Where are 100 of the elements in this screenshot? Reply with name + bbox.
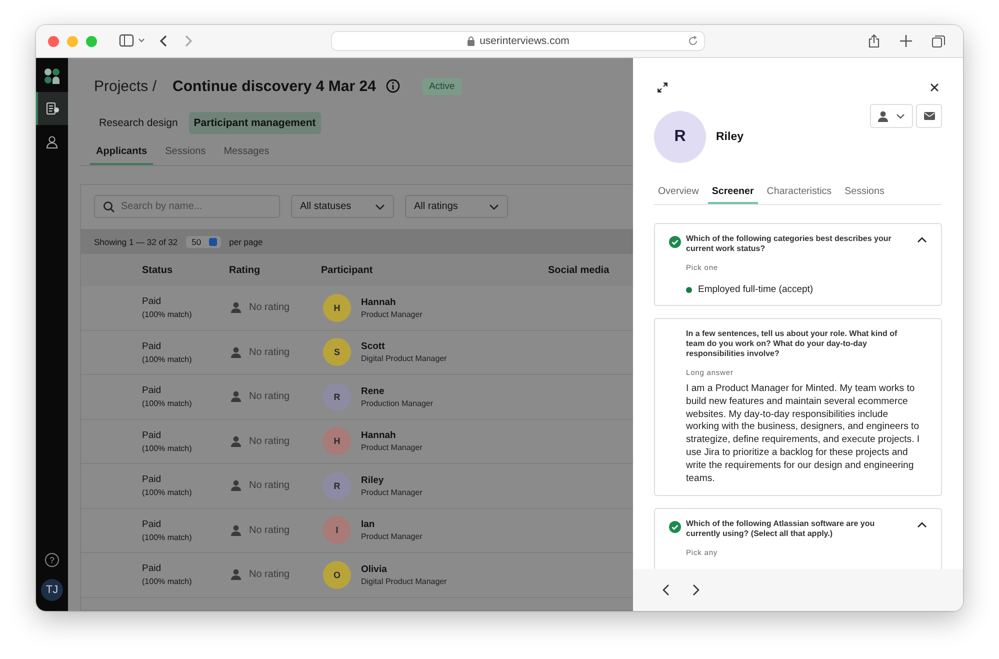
status-text: Paid [142,518,162,530]
check-circle-icon [669,521,681,534]
status-text: Paid [142,340,162,352]
panel-tab[interactable]: Characteristics [762,182,836,204]
rating-text: No rating [249,480,290,492]
participant-avatar: H [323,294,351,322]
check-circle-icon [669,236,681,248]
message-button[interactable] [916,104,942,128]
status-text: Paid [142,563,162,574]
panel-tab[interactable]: Sessions [840,182,888,204]
user-avatar[interactable]: TJ [41,579,63,601]
person-icon [231,346,241,358]
rating-text: No rating [249,524,290,536]
status-text: Paid [142,474,162,486]
status-badge: Active [422,78,462,94]
participant-avatar: H [323,427,351,456]
rating-text: No rating [249,302,290,314]
section-tab[interactable]: Participant management [188,112,321,134]
person-icon [231,480,241,492]
chevron-up-icon[interactable] [917,237,927,243]
participant-avatar: I [323,516,351,544]
project-title: Continue discovery 4 Mar 24 [172,78,376,94]
participant-role: Digital Product Manager [361,576,447,586]
previous-icon[interactable] [662,584,670,596]
chevron-down-icon [489,204,499,210]
close-icon[interactable] [930,82,939,92]
column-header: Status [142,264,174,276]
back-icon[interactable] [159,34,169,48]
participant-role: Product Manager [361,488,422,497]
sub-tab[interactable]: Messages [218,143,276,165]
status-dropdown[interactable]: All statuses [291,195,394,218]
status-text: Paid [142,296,162,308]
panel-tab[interactable]: Overview [654,182,703,204]
document-icon [46,102,60,116]
per-page-select[interactable]: 50 [186,236,222,248]
next-icon[interactable] [692,584,700,596]
showing-text: Showing 1 — 32 of 32 [94,236,178,246]
participant-name[interactable]: Olivia [361,564,447,575]
participant-avatar: O [323,560,351,589]
tabs-icon[interactable] [932,34,945,48]
participant-name[interactable]: Hannah [361,430,422,442]
chevron-up-icon[interactable] [917,522,927,528]
question-text: Which of the following Atlassian software are you currently using? (Select all that apply.) [686,519,876,540]
envelope-icon [924,112,934,120]
reload-icon[interactable] [688,36,698,46]
rating-dropdown[interactable]: All ratings [405,195,508,218]
section-tab[interactable]: Research design [94,112,183,134]
rating-text: No rating [249,391,290,402]
participant-avatar: S [323,338,351,366]
answer-text: Employed full-time (accept) [698,284,814,295]
assign-dropdown-button[interactable] [870,104,913,128]
person-icon [231,569,241,580]
url-text: userinterviews.com [480,35,570,47]
address-bar[interactable]: userinterviews.com [331,31,705,51]
close-window-icon[interactable] [48,36,59,46]
sub-tab[interactable]: Applicants [90,143,154,165]
sidebar-item[interactable] [36,92,68,125]
participant-name[interactable]: Ian [361,519,422,530]
rating-text: No rating [249,569,290,580]
column-header: Social media [548,264,610,276]
match-text: (100% match) [142,532,193,542]
match-text: (100% match) [142,577,193,586]
match-text: (100% match) [142,488,193,498]
question-text: In a few sentences, tell us about your role. What kind of team do you work on? What do your day-to-day responsibilities involve? [686,329,898,359]
expand-icon[interactable] [657,82,668,92]
status-text: Paid [142,430,162,441]
sub-tab[interactable]: Sessions [159,143,212,165]
search-field[interactable]: Search by name... [94,195,280,218]
match-text: (100% match) [142,354,193,364]
person-icon [231,524,241,536]
participant-name[interactable]: Hannah [361,296,422,308]
panel-tab[interactable]: Screener [708,182,758,204]
participant-avatar: R [654,111,706,163]
person-icon [231,391,241,402]
participant-role: Product Manager [361,443,422,452]
share-icon[interactable] [868,34,880,48]
participant-name[interactable]: Riley [361,474,422,486]
match-text: (100% match) [142,310,193,320]
participant-avatar: R [323,472,351,500]
person-icon [231,436,241,447]
participant-role: Product Manager [361,532,422,542]
rating-text: No rating [249,436,290,447]
column-header: Participant [321,264,374,276]
chevron-down-icon [375,204,385,210]
participant-name[interactable]: Scott [361,341,447,352]
status-text: Paid [142,385,162,396]
person-icon [231,302,241,314]
match-text: (100% match) [142,444,193,453]
participant-name[interactable]: Rene [361,386,434,397]
person-icon [878,110,888,122]
sidebar-toggle-icon[interactable] [119,34,145,48]
participant-role: Digital Product Manager [361,354,447,364]
breadcrumb-link[interactable]: Projects / [94,78,157,94]
info-icon[interactable] [386,79,400,93]
help-button[interactable]: ? [45,553,59,567]
match-text: (100% match) [142,399,193,408]
per-page-label: per page [229,236,263,246]
plus-icon[interactable] [900,35,912,47]
rating-text: No rating [249,346,290,358]
participant-avatar: R [323,382,351,411]
